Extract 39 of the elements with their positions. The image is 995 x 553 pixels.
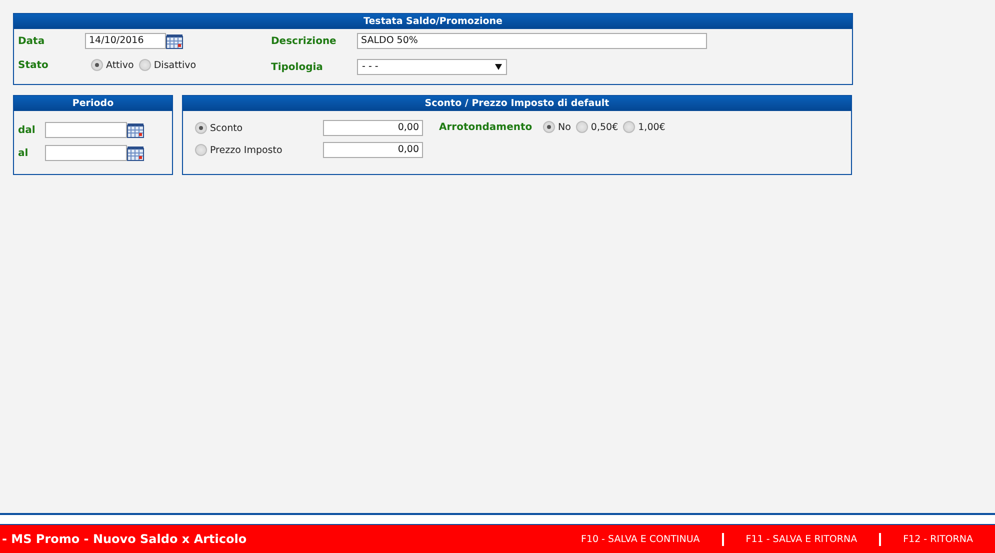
field-label: al — [18, 148, 30, 158]
caret-icon — [495, 64, 502, 70]
footer-action[interactable]: F12 - RITORNA — [881, 534, 995, 544]
radio-button[interactable] — [576, 121, 588, 133]
panel-title: Periodo — [14, 96, 172, 111]
radio-button[interactable] — [195, 122, 207, 134]
field-label: Data — [18, 36, 46, 46]
calendar-icon[interactable] — [127, 122, 144, 138]
footer-action[interactable]: F11 - SALVA E RITORNA — [724, 534, 880, 544]
field-label: Arrotondamento — [439, 122, 534, 132]
footer-title: - MS Promo - Nuovo Saldo x Articolo — [2, 532, 248, 546]
amount-field[interactable]: 0,00 — [323, 120, 423, 136]
calendar-icon[interactable] — [127, 146, 144, 160]
radio-label: Sconto — [210, 123, 243, 134]
radio-button[interactable] — [195, 144, 207, 156]
radio-button[interactable] — [543, 121, 555, 133]
calendar-icon[interactable] — [166, 34, 183, 48]
radio-label: Prezzo Imposto — [210, 145, 282, 156]
panel-title: Testata Saldo/Promozione — [14, 14, 852, 29]
type-dropdown[interactable]: - - - — [357, 59, 507, 75]
radio-button[interactable] — [91, 59, 103, 71]
radio-label: 0,50€ — [590, 122, 618, 133]
field-label: Stato — [18, 60, 50, 70]
date-field[interactable]: 14/10/2016 — [85, 33, 166, 49]
footer-action[interactable]: F10 - SALVA E CONTINUA — [558, 534, 722, 544]
radio-button[interactable] — [138, 59, 151, 71]
field-label: Descrizione — [271, 36, 338, 46]
radio-label: Attivo — [106, 60, 134, 71]
date-field[interactable] — [45, 122, 127, 138]
panel-title: Sconto / Prezzo Imposto di default — [183, 96, 851, 111]
amount-field[interactable]: 0,00 — [323, 142, 423, 158]
radio-label: Disattivo — [154, 60, 196, 71]
date-field[interactable] — [45, 145, 127, 161]
radio-button[interactable] — [623, 121, 636, 133]
field-label: dal — [18, 124, 36, 136]
field-label: Tipologia — [271, 62, 324, 72]
radio-label: 1,00€ — [638, 122, 666, 133]
description-field[interactable]: SALDO 50% — [357, 33, 707, 49]
radio-label: No — [558, 122, 571, 133]
